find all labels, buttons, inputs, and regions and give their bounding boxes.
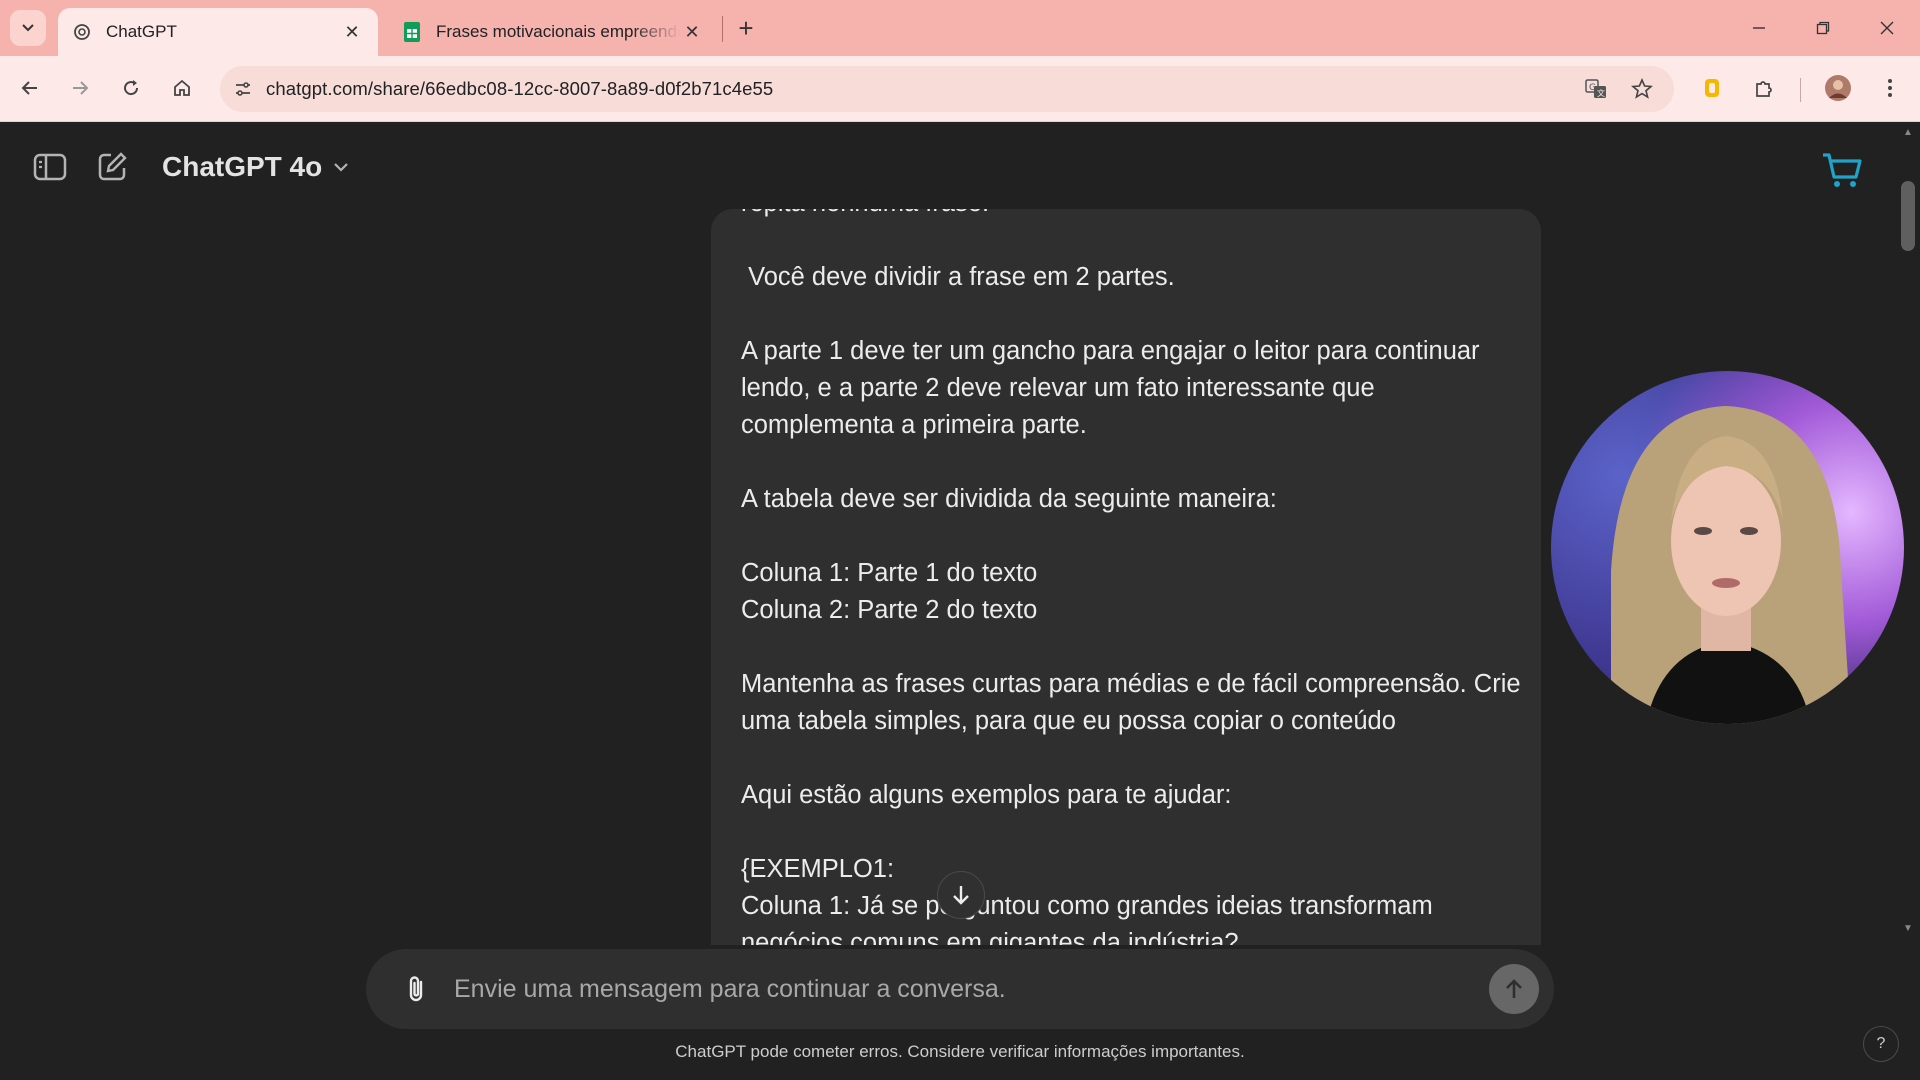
scrollbar-thumb[interactable] <box>1901 181 1915 251</box>
new-chat-button[interactable] <box>92 147 132 187</box>
back-button[interactable] <box>12 70 48 106</box>
openai-icon <box>72 22 92 42</box>
translate-icon: G文 <box>1585 79 1606 98</box>
close-tab-icon[interactable]: ✕ <box>340 20 364 44</box>
forward-button[interactable] <box>62 70 98 106</box>
browser-menu-button[interactable] <box>1872 70 1908 106</box>
message-paragraph: Coluna 1: Parte 1 do texto <box>741 559 1038 587</box>
minimize-button[interactable] <box>1736 10 1782 46</box>
extension-button[interactable] <box>1694 70 1730 106</box>
restore-button[interactable] <box>1800 10 1846 46</box>
home-icon <box>174 79 190 96</box>
arrow-up-icon <box>1506 979 1522 998</box>
attach-file-button[interactable] <box>394 967 438 1011</box>
message-text: repita nenhuma frase. Você deve dividir … <box>741 209 1521 945</box>
arrow-left-icon <box>21 81 37 95</box>
model-label: ChatGPT 4o <box>162 151 323 182</box>
site-settings-icon[interactable] <box>220 66 266 112</box>
tab-chatgpt[interactable]: ChatGPT ✕ <box>58 8 378 56</box>
toolbar-divider <box>1800 78 1801 102</box>
address-bar[interactable]: chatgpt.com/share/66edbc08-12cc-8007-8a8… <box>220 66 1674 112</box>
bookmark-button[interactable] <box>1622 66 1662 112</box>
chevron-down-icon <box>332 151 350 183</box>
page-scrollbar[interactable]: ▲ ▼ <box>1898 123 1920 1080</box>
message-input[interactable] <box>454 974 1489 1004</box>
arrow-down-icon <box>953 886 969 905</box>
translate-button[interactable]: G文 <box>1576 66 1616 112</box>
send-button[interactable] <box>1489 964 1539 1014</box>
extension-badge-icon <box>1705 79 1719 97</box>
home-button[interactable] <box>164 70 200 106</box>
tab-title: ChatGPT <box>106 22 177 41</box>
tab-sheets[interactable]: Frases motivacionais empreendedorismo ✕ <box>388 8 718 56</box>
webcam-overlay <box>1551 371 1904 724</box>
close-window-button[interactable] <box>1864 10 1910 46</box>
chevron-down-icon <box>22 24 34 32</box>
message-paragraph: A tabela deve ser dividida da seguinte m… <box>741 485 1277 513</box>
puzzle-icon <box>1756 81 1772 97</box>
scroll-up-arrow-icon[interactable]: ▲ <box>1901 127 1915 138</box>
minimize-icon <box>1753 27 1765 29</box>
shopping-cart-icon[interactable] <box>1820 147 1864 191</box>
extensions-menu-button[interactable] <box>1746 70 1782 106</box>
browser-toolbar: chatgpt.com/share/66edbc08-12cc-8007-8a8… <box>0 56 1920 122</box>
user-message-bubble: repita nenhuma frase. Você deve dividir … <box>711 209 1541 945</box>
message-paragraph: Você deve dividir a frase em 2 partes. <box>741 263 1175 291</box>
message-paragraph: {EXEMPLO1: <box>741 855 895 883</box>
message-composer <box>366 949 1554 1029</box>
message-paragraph: repita nenhuma frase. <box>741 209 1521 222</box>
tab-search-button[interactable] <box>10 10 46 46</box>
chat-page: ChatGPT 4o repita nenhuma frase. Você de… <box>0 123 1920 1080</box>
plus-icon: + <box>738 12 754 43</box>
message-paragraph: Coluna 1: Já se perguntou como grandes i… <box>741 892 1440 945</box>
reload-button[interactable] <box>113 70 149 106</box>
svg-text:文: 文 <box>1597 88 1605 98</box>
compose-icon <box>98 152 127 181</box>
tab-strip: ChatGPT ✕ Frases motivacionais empreende… <box>0 0 1920 56</box>
toggle-sidebar-button[interactable] <box>30 147 70 187</box>
help-button[interactable]: ? <box>1863 1026 1899 1062</box>
message-paragraph: A parte 1 deve ter um gancho para engaja… <box>741 337 1487 439</box>
tab-title: Frases motivacionais empreendedorismo <box>436 22 680 41</box>
tab-divider <box>722 16 723 42</box>
close-tab-icon[interactable]: ✕ <box>680 20 704 44</box>
model-selector[interactable]: ChatGPT 4o <box>162 151 350 183</box>
profile-avatar[interactable] <box>1820 70 1856 106</box>
restore-icon <box>1816 21 1830 35</box>
scroll-down-arrow-icon[interactable]: ▼ <box>1901 923 1915 934</box>
sidebar-icon <box>33 153 67 181</box>
svg-text:G: G <box>1589 83 1596 93</box>
avatar-icon <box>1825 75 1851 101</box>
kebab-menu-icon <box>1888 79 1892 97</box>
paperclip-icon <box>409 976 423 1002</box>
message-paragraph: Mantenha as frases curtas para médias e … <box>741 670 1528 735</box>
google-sheets-icon <box>402 22 422 42</box>
chat-header: ChatGPT 4o <box>30 147 350 187</box>
presenter-video-frame <box>1611 406 1851 724</box>
url-text[interactable]: chatgpt.com/share/66edbc08-12cc-8007-8a8… <box>266 78 773 100</box>
scroll-to-bottom-button[interactable] <box>937 871 985 919</box>
disclaimer-text: ChatGPT pode cometer erros. Considere ve… <box>675 1042 1245 1061</box>
message-paragraph: Aqui estão alguns exemplos para te ajuda… <box>741 781 1232 809</box>
close-icon <box>1880 21 1894 35</box>
message-paragraph: Coluna 2: Parte 2 do texto <box>741 596 1038 624</box>
star-icon <box>1631 78 1653 99</box>
new-tab-button[interactable]: + <box>730 12 762 44</box>
arrow-right-icon <box>73 81 89 95</box>
reload-icon <box>124 80 139 96</box>
